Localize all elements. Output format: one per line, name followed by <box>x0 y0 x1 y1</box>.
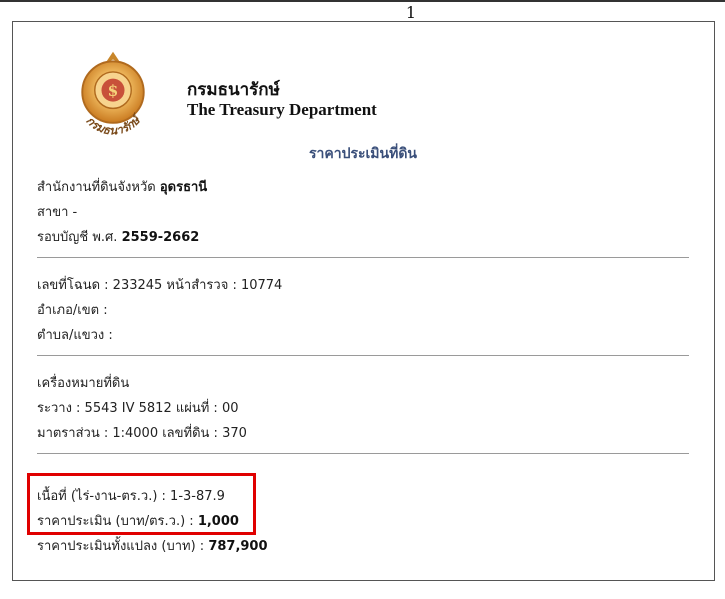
fiscal-line: รอบบัญชี พ.ศ. 2559-2662 <box>37 226 199 247</box>
divider <box>37 355 689 356</box>
deed-number-line: เลขที่โฉนด : 233245 หน้าสำรวจ : 10774 <box>37 278 283 293</box>
page-number: 1 <box>405 3 417 22</box>
org-name-english: The Treasury Department <box>187 100 377 119</box>
province-value: อุดรธานี <box>159 180 208 195</box>
office-line: สำนักงานที่ดินจังหวัด อุดรธานี <box>37 176 207 197</box>
fiscal-label: รอบบัญชี พ.ศ. <box>37 230 118 245</box>
divider <box>37 453 689 454</box>
document-title: ราคาประเมินที่ดิน <box>308 146 417 162</box>
treasury-seal-icon: $ กรมธนารักษ์ <box>81 51 145 138</box>
office-label: สำนักงานที่ดินจังหวัด <box>37 180 156 195</box>
scale-parcel-line: มาตราส่วน : 1:4000 เลขที่ดิน : 370 <box>37 426 247 441</box>
district-line: อำเภอ/เขต : <box>37 303 108 318</box>
total-value: 787,900 <box>208 539 268 554</box>
org-name-thai: กรมธนารักษ์ <box>187 80 280 100</box>
svg-text:$: $ <box>108 82 119 100</box>
grid-sheet-line: ระวาง : 5543 IV 5812 แผ่นที่ : 00 <box>37 401 239 416</box>
divider <box>37 257 689 258</box>
total-label: ราคาประเมินทั้งแปลง (บาท) : <box>37 539 205 554</box>
highlight-box <box>27 473 256 535</box>
fiscal-years-value: 2559-2662 <box>121 230 200 245</box>
document-frame: $ กรมธนารักษ์ กรมธนารักษ์ The Treasury D… <box>12 21 715 581</box>
subdistrict-line: ตำบล/แขวง : <box>37 328 113 343</box>
landmark-heading: เครื่องหมายที่ดิน <box>37 376 130 391</box>
total-price-line: ราคาประเมินทั้งแปลง (บาท) : 787,900 <box>37 535 268 556</box>
branch-line: สาขา - <box>37 205 78 220</box>
top-rule <box>0 0 725 2</box>
